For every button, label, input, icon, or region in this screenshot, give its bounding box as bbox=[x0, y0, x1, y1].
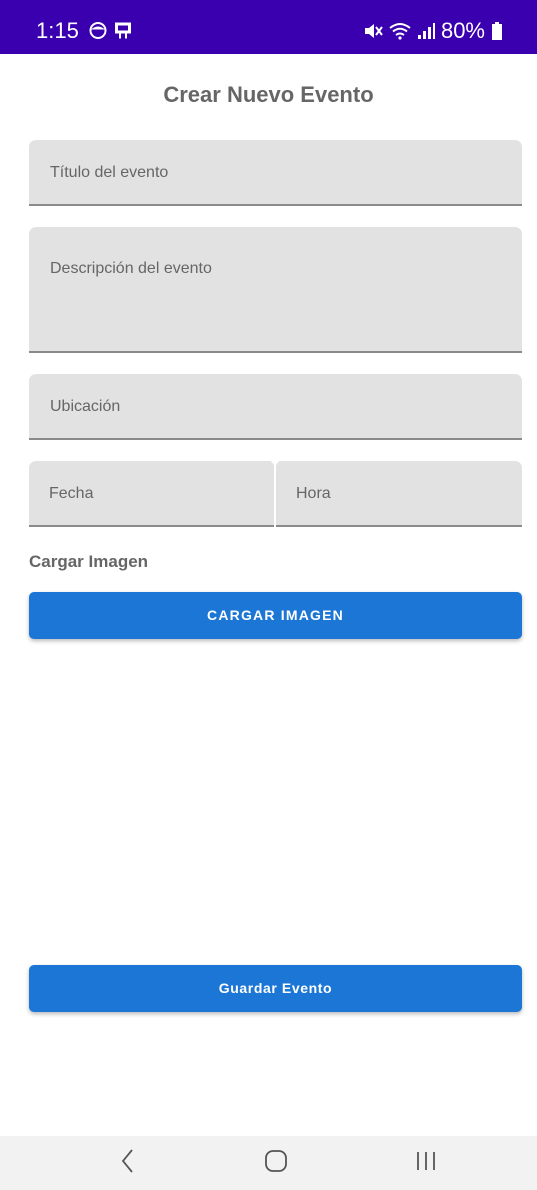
back-button[interactable] bbox=[98, 1136, 158, 1190]
battery-level: 80% bbox=[440, 18, 485, 43]
upload-image-button[interactable]: CARGAR IMAGEN bbox=[29, 592, 522, 639]
event-location-placeholder: Ubicación bbox=[50, 398, 121, 415]
save-event-button[interactable]: Guardar Evento bbox=[29, 965, 522, 1012]
recent-apps-button[interactable] bbox=[396, 1136, 456, 1190]
page-title: Crear Nuevo Evento bbox=[163, 82, 374, 107]
event-location-input[interactable]: Ubicación bbox=[29, 374, 522, 440]
notification-icons bbox=[89, 21, 133, 46]
status-time: 1:15 bbox=[36, 18, 79, 43]
status-bar: 1:15 80% bbox=[0, 0, 537, 54]
home-button[interactable] bbox=[246, 1136, 306, 1190]
wifi-icon bbox=[389, 22, 411, 40]
event-date-input[interactable]: Fecha bbox=[29, 461, 274, 527]
event-description-placeholder: Descripción del evento bbox=[50, 260, 212, 277]
back-icon bbox=[120, 1148, 136, 1179]
face-notification-icon bbox=[89, 22, 107, 45]
create-event-screen: 1:15 80% Crear Nuevo Evento Título del e… bbox=[0, 0, 537, 1190]
event-title-input[interactable]: Título del evento bbox=[29, 140, 522, 206]
home-icon bbox=[264, 1149, 288, 1178]
image-section-label: Cargar Imagen bbox=[29, 552, 149, 571]
recent-apps-icon bbox=[415, 1150, 437, 1177]
device-notification-icon bbox=[113, 21, 133, 46]
signal-icon bbox=[417, 22, 435, 40]
mute-icon bbox=[363, 22, 383, 40]
event-time-input[interactable]: Hora bbox=[276, 461, 522, 527]
event-time-placeholder: Hora bbox=[296, 485, 331, 502]
event-date-placeholder: Fecha bbox=[49, 485, 94, 502]
status-right: 80% bbox=[363, 18, 503, 44]
event-description-input[interactable]: Descripción del evento bbox=[29, 227, 522, 353]
navigation-bar bbox=[0, 1136, 537, 1190]
battery-icon bbox=[491, 21, 503, 41]
event-title-placeholder: Título del evento bbox=[50, 164, 169, 181]
